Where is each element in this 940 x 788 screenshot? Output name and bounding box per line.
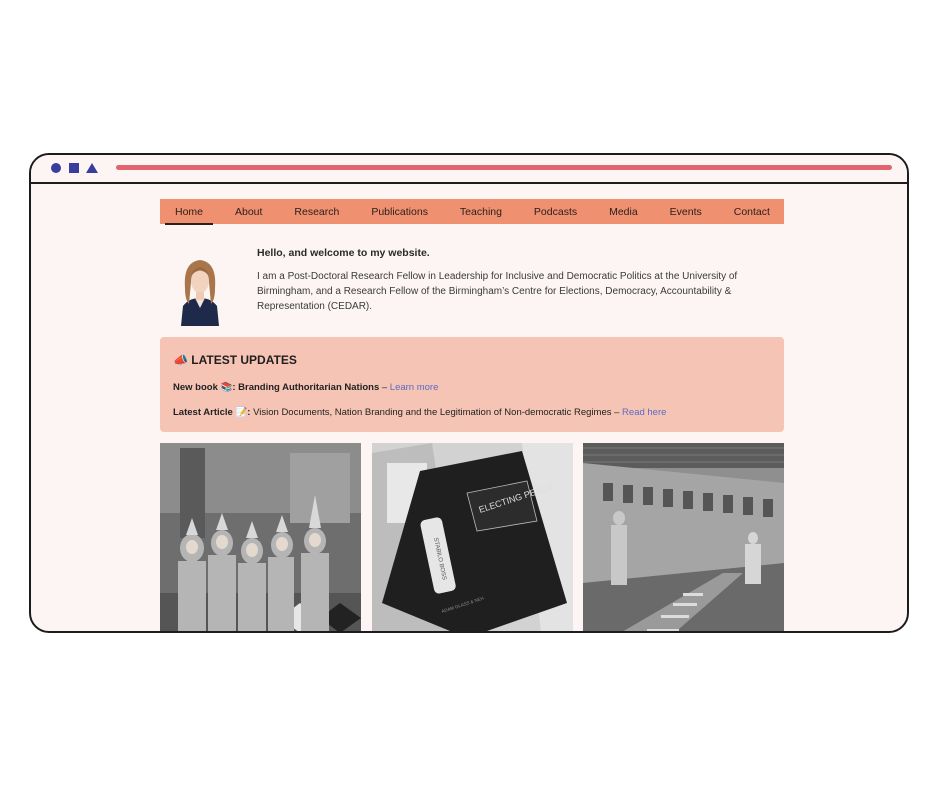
latest-updates-box: 📣 LATEST UPDATES New book 📚: Branding Au…: [160, 337, 784, 432]
browser-window: Dr Petra Alderman Home About Research Pu…: [29, 153, 909, 633]
read-here-link[interactable]: Read here: [622, 407, 666, 418]
thai-dancers-photo[interactable]: [160, 443, 361, 631]
nav-publications[interactable]: Publications: [371, 206, 428, 218]
square-icon: [69, 163, 79, 173]
profile-photo: [169, 248, 231, 326]
nav-contact[interactable]: Contact: [734, 206, 770, 218]
welcome-heading: Hello, and welcome to my website.: [257, 247, 430, 259]
article-label: Latest Article 📝:: [173, 407, 251, 418]
book-photo[interactable]: ELECTING PEACE STABILO BOSS ADAM GLASS &…: [372, 443, 573, 631]
nav-media[interactable]: Media: [609, 206, 638, 218]
intro-text: I am a Post-Doctoral Research Fellow in …: [257, 271, 738, 312]
book-label: New book 📚: Branding Authoritarian Natio…: [173, 382, 380, 393]
nav-research[interactable]: Research: [294, 206, 339, 218]
circle-icon: [51, 163, 61, 173]
book-separator: –: [379, 382, 390, 393]
update-article: Latest Article 📝: Vision Documents, Nati…: [173, 407, 666, 418]
learn-more-link[interactable]: Learn more: [390, 382, 439, 393]
nav-teaching[interactable]: Teaching: [460, 206, 502, 218]
article-text: Vision Documents, Nation Branding and th…: [250, 407, 623, 418]
window-accent-bar: [116, 165, 892, 170]
nav-events[interactable]: Events: [670, 206, 702, 218]
nav-podcasts[interactable]: Podcasts: [534, 206, 577, 218]
update-book: New book 📚: Branding Authoritarian Natio…: [173, 382, 438, 393]
updates-title: 📣 LATEST UPDATES: [173, 353, 297, 367]
page-content: Dr Petra Alderman Home About Research Pu…: [31, 155, 907, 631]
triangle-icon: [86, 163, 98, 173]
train-station-photo[interactable]: [583, 443, 784, 631]
main-nav: Home About Research Publications Teachin…: [160, 199, 784, 225]
nav-about[interactable]: About: [235, 206, 262, 218]
nav-home[interactable]: Home: [164, 206, 214, 225]
window-topbar: [31, 155, 907, 184]
